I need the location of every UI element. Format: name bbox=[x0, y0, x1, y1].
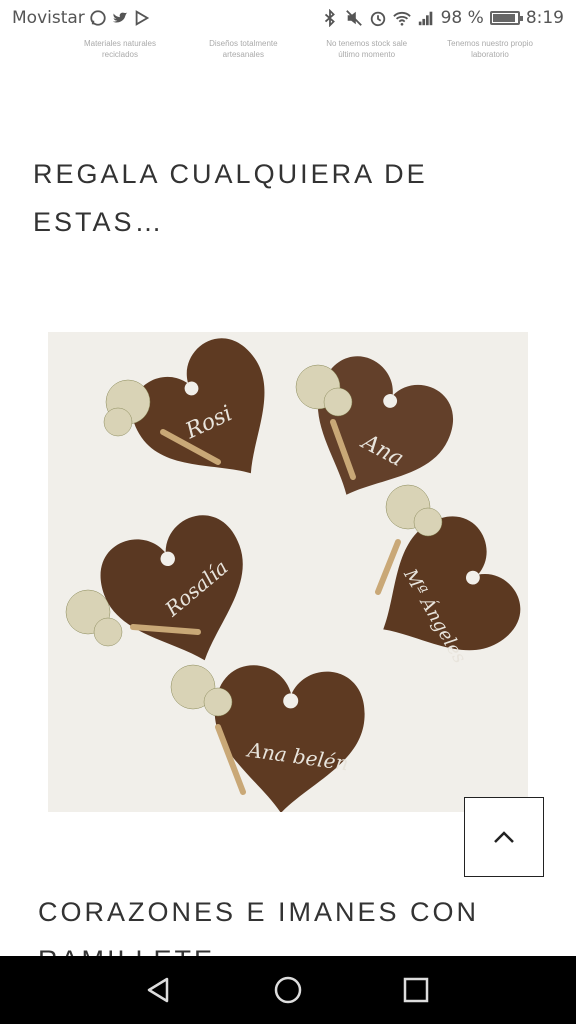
features-strip: Materiales naturales reciclados Diseños … bbox=[70, 38, 540, 68]
carrier-label: Movistar bbox=[12, 8, 85, 28]
feature-item: Materiales naturales reciclados bbox=[83, 39, 157, 59]
battery-percent: 98 % bbox=[440, 8, 484, 28]
recents-nav-button[interactable] bbox=[400, 974, 432, 1006]
product-photo[interactable]: Rosi Ana Rosalía Mª Ángeles Ana belén bbox=[48, 332, 528, 812]
chevron-up-icon bbox=[494, 831, 514, 843]
feature-item: No tenemos stock sale último momento bbox=[326, 39, 408, 59]
bluetooth-icon bbox=[324, 9, 335, 27]
feature-item: Tenemos nuestro propio laboratorio bbox=[447, 39, 533, 59]
feature-item: Diseños totalmente artesanales bbox=[209, 39, 278, 59]
section-heading: REGALA CUALQUIERA DE ESTAS… bbox=[33, 159, 428, 237]
back-to-top-button[interactable] bbox=[464, 797, 544, 877]
battery-icon bbox=[489, 11, 523, 25]
android-nav-bar bbox=[0, 956, 576, 1024]
alarm-icon bbox=[370, 11, 385, 27]
clock: 8:19 bbox=[525, 8, 564, 28]
home-nav-button[interactable] bbox=[272, 974, 304, 1006]
wifi-icon bbox=[392, 11, 411, 26]
status-bar: Movistar 98 % 8:19 bbox=[0, 0, 576, 38]
whatsapp-icon bbox=[90, 10, 106, 26]
twitter-icon bbox=[112, 12, 127, 23]
mute-icon bbox=[345, 10, 362, 26]
back-nav-button[interactable] bbox=[143, 974, 175, 1006]
play-store-icon bbox=[135, 10, 149, 26]
wooden-hearts-image: Rosi Ana Rosalía Mª Ángeles Ana belén bbox=[48, 332, 528, 812]
signal-icon bbox=[418, 11, 432, 26]
